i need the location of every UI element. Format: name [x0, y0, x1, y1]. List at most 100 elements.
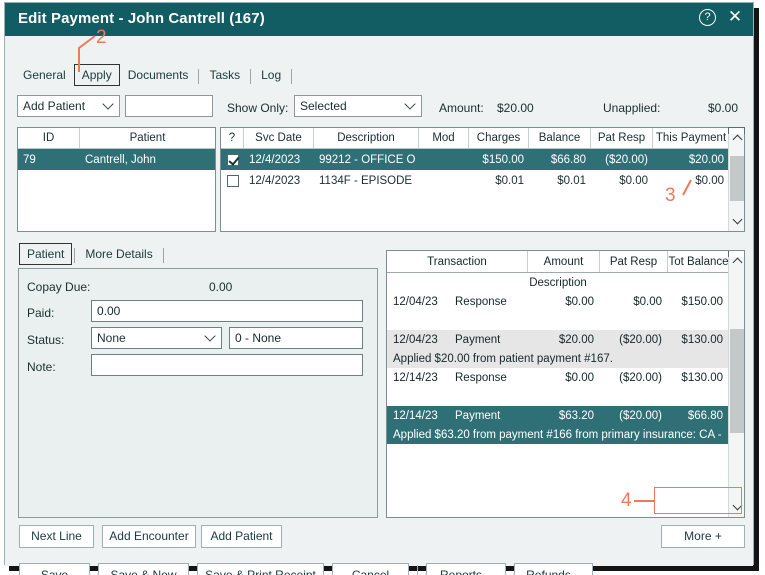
transaction-grid: Transaction Amount Pat Resp Tot Balance …	[386, 250, 745, 518]
description-subheader: Description	[529, 276, 587, 289]
cell-type: Payment	[455, 333, 501, 346]
tab-log[interactable]: Log	[253, 64, 289, 86]
scroll-down-arrow-icon[interactable]	[729, 213, 745, 229]
cell-charges: $150.00	[482, 153, 524, 166]
help-circle-icon[interactable]: ?	[699, 9, 716, 26]
apply-toolbar: Add Patient Show Only: Selected Amount: …	[5, 93, 753, 121]
checkbox-checked-icon[interactable]	[226, 153, 239, 166]
column-header-transaction[interactable]: Transaction	[387, 251, 528, 272]
next-line-button[interactable]: Next Line	[19, 525, 94, 548]
transaction-grid-scrollbar[interactable]	[728, 251, 744, 517]
column-header-id[interactable]: ID	[18, 128, 80, 148]
column-header-amount[interactable]: Amount	[528, 251, 600, 272]
show-only-dropdown-value: Selected	[300, 99, 347, 113]
cell-id: 79	[23, 153, 36, 166]
refunds-button[interactable]: Refunds...	[514, 563, 593, 575]
cell-amount: $63.20	[558, 409, 594, 422]
save-and-new-button[interactable]: Save & New	[98, 563, 189, 575]
transaction-block[interactable]: 12/14/23 Payment $63.20 ($20.00) $66.80 …	[387, 406, 744, 444]
subtab-more-details[interactable]: More Details	[77, 243, 160, 265]
cell-this-payment[interactable]: $0.00	[653, 170, 729, 191]
subtab-patient[interactable]: Patient	[19, 243, 73, 265]
column-header-patient[interactable]: Patient	[80, 128, 215, 148]
transaction-block[interactable]: 12/04/23 Response $0.00 $0.00 $150.00	[387, 292, 744, 330]
cell-type: Payment	[455, 409, 501, 422]
cell-description: 1134F - EPISODE	[319, 174, 413, 187]
cell-this-payment[interactable]: $20.00	[653, 149, 729, 170]
transaction-description	[387, 387, 729, 406]
status-dropdown[interactable]: None	[91, 327, 222, 349]
column-header-charges[interactable]: Charges	[469, 128, 529, 148]
patient-search-input[interactable]	[125, 95, 213, 117]
tab-general[interactable]: General	[15, 64, 74, 86]
cell-mod	[419, 149, 469, 170]
cell-type: Response	[455, 371, 507, 384]
save-and-print-receipt-button[interactable]: Save & Print Receipt	[197, 563, 324, 575]
tab-separator	[162, 248, 164, 263]
add-patient-button[interactable]: Add Patient	[201, 525, 282, 548]
window-body: General Apply Documents Tasks Log Add Pa…	[5, 36, 753, 575]
cell-charges: $0.01	[495, 174, 524, 187]
close-icon[interactable]: ✕	[727, 8, 743, 26]
table-row[interactable]: 12/4/2023 1134F - EPISODE $0.01 $0.01 $0…	[221, 170, 729, 191]
row-checkbox-cell[interactable]	[221, 170, 244, 191]
column-header-svc-date[interactable]: Svc Date	[244, 128, 314, 148]
add-patient-dropdown-value: Add Patient	[23, 99, 86, 113]
amount-value: $20.00	[497, 101, 534, 115]
note-input[interactable]	[91, 354, 363, 376]
column-header-pat-resp[interactable]: Pat Resp	[591, 128, 653, 148]
scroll-up-arrow-icon[interactable]	[729, 130, 745, 146]
status-code-field[interactable]: 0 - None	[229, 327, 363, 349]
window-controls: ? ✕	[699, 8, 743, 26]
transaction-row: 12/14/23 Response $0.00 ($20.00) $130.00	[387, 368, 729, 387]
column-header-mod[interactable]: Mod	[419, 128, 469, 148]
cell-date: 12/04/23	[393, 295, 438, 308]
chevron-down-icon	[104, 101, 113, 110]
column-header-tot-balance[interactable]: Tot Balance	[668, 251, 729, 272]
reports-button[interactable]: Reports...	[426, 563, 506, 575]
copay-due-value: 0.00	[209, 280, 233, 294]
cell-pat-resp: ($20.00)	[605, 153, 648, 166]
cell-svc-date: 12/4/2023	[249, 153, 301, 166]
tab-documents[interactable]: Documents	[120, 64, 197, 86]
transaction-block[interactable]: 12/14/23 Response $0.00 ($20.00) $130.00	[387, 368, 744, 406]
edit-payment-window: Edit Payment - John Cantrell (167) ? ✕ G…	[4, 2, 754, 575]
checkbox-unchecked-icon[interactable]	[226, 174, 239, 187]
paid-input[interactable]: 0.00	[91, 300, 363, 322]
charges-grid-scrollbar[interactable]	[728, 127, 745, 231]
column-header-pat-resp[interactable]: Pat Resp	[600, 251, 668, 272]
charges-grid-header: ? Svc Date Description Mod Charges Balan…	[221, 128, 729, 149]
transaction-description: Applied $20.00 from patient payment #167…	[393, 352, 613, 365]
add-encounter-button[interactable]: Add Encounter	[102, 525, 196, 548]
scroll-up-arrow-icon[interactable]	[729, 253, 744, 269]
cell-pat-resp: ($20.00)	[619, 333, 662, 346]
window-title: Edit Payment - John Cantrell (167)	[18, 10, 265, 27]
show-only-label: Show Only:	[227, 101, 289, 115]
transaction-block[interactable]: 12/04/23 Payment $20.00 ($20.00) $130.00…	[387, 330, 744, 368]
column-header-description[interactable]: Description	[314, 128, 419, 148]
cell-tot-balance: $150.00	[681, 295, 723, 308]
scroll-down-arrow-icon[interactable]	[729, 499, 744, 515]
scrollbar-thumb[interactable]	[730, 329, 744, 433]
cell-patient: Cantrell, John	[85, 153, 156, 166]
tab-apply[interactable]: Apply	[73, 64, 120, 86]
save-button[interactable]: Save	[19, 563, 90, 575]
row-checkbox-cell[interactable]	[221, 149, 244, 170]
cell-mod	[419, 170, 469, 191]
tab-tasks[interactable]: Tasks	[201, 64, 248, 86]
transaction-description: Applied $63.20 from payment #166 from pr…	[393, 428, 722, 441]
show-only-dropdown[interactable]: Selected	[294, 95, 422, 117]
cancel-button[interactable]: Cancel	[332, 563, 409, 575]
add-patient-dropdown[interactable]: Add Patient	[17, 95, 120, 117]
column-header-this-payment[interactable]: This Payment	[653, 128, 729, 148]
scrollbar-thumb[interactable]	[730, 156, 744, 201]
column-header-balance[interactable]: Balance	[529, 128, 591, 148]
table-row[interactable]: 12/4/2023 99212 - OFFICE O $150.00 $66.8…	[221, 149, 729, 170]
cell-type: Response	[455, 295, 507, 308]
more-button[interactable]: More +	[661, 525, 745, 548]
column-header-check[interactable]: ?	[221, 128, 244, 148]
tab-separator	[250, 69, 252, 84]
table-row[interactable]: 79 Cantrell, John	[18, 149, 215, 170]
tab-separator	[291, 69, 293, 84]
status-label: Status:	[27, 333, 65, 347]
